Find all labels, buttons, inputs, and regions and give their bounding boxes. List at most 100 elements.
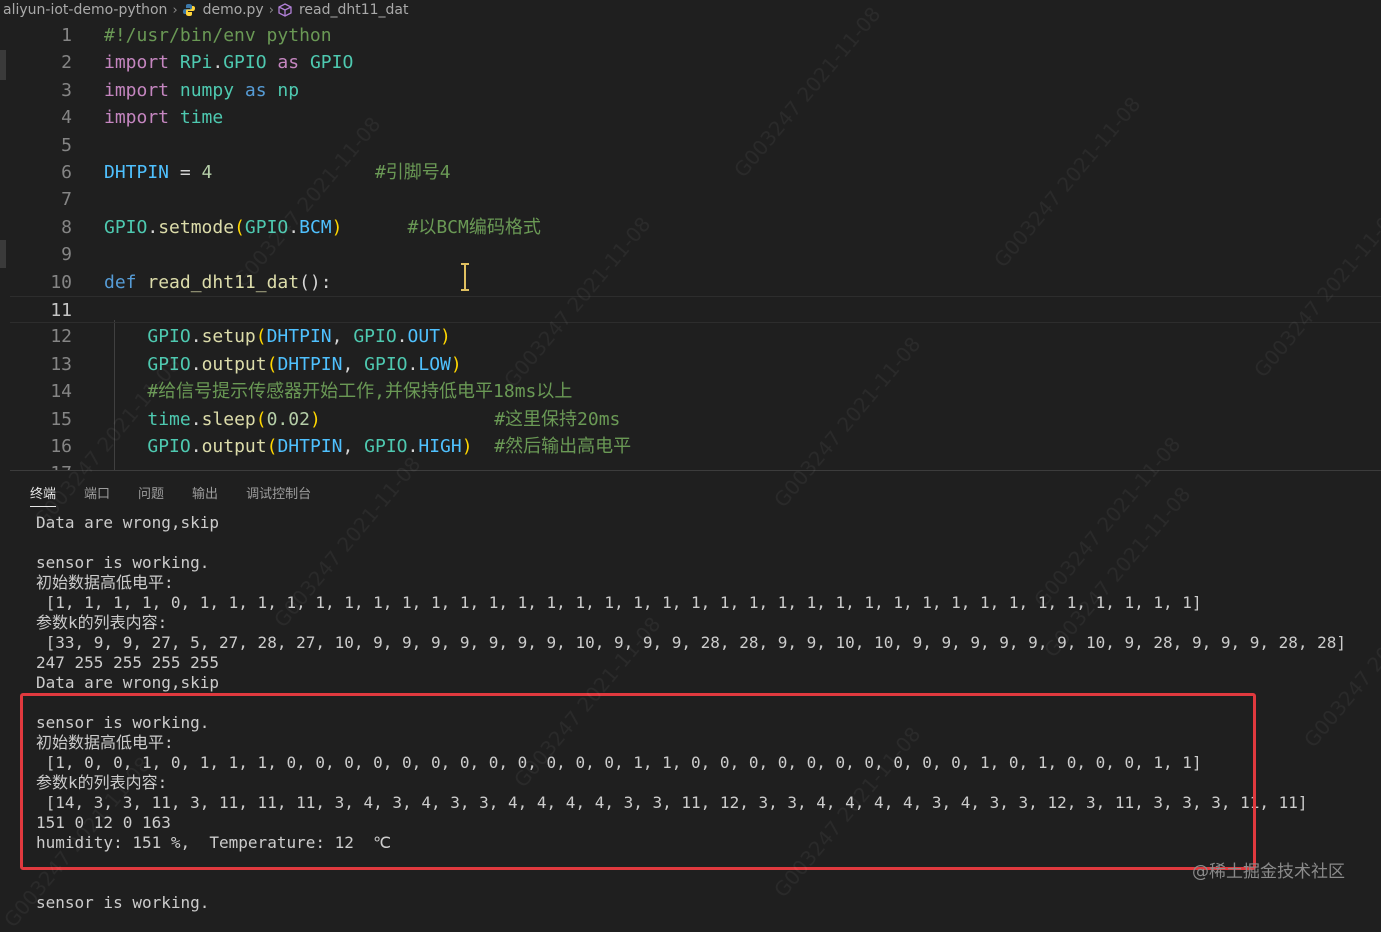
code-token: DHTPIN <box>104 162 170 183</box>
code-token: ) <box>450 353 462 375</box>
code-line[interactable]: 5 <box>10 132 1381 159</box>
code-token: . <box>190 408 202 430</box>
text-cursor-icon <box>461 263 469 291</box>
breadcrumb: aliyun-iot-demo-python › demo.py › read_… <box>0 0 1381 20</box>
code-line[interactable]: 10 def read_dht11_dat(): <box>10 269 1381 296</box>
code-token: ( <box>234 216 245 238</box>
brand-watermark: @稀土掘金技术社区 <box>1192 862 1345 882</box>
code-line[interactable]: 9 <box>10 241 1381 268</box>
terminal-line: sensor is working. <box>36 893 210 912</box>
line-number: 14 <box>50 381 72 403</box>
code-token: #!/usr/bin/env python <box>104 25 332 46</box>
gutter-mark <box>0 50 6 80</box>
code-token: . <box>147 216 159 238</box>
line-number: 2 <box>61 52 72 74</box>
line-number: 15 <box>50 408 72 430</box>
code-token: HIGH <box>418 436 462 457</box>
code-text: import RPi.GPIO as GPIO <box>104 49 353 76</box>
code-line[interactable]: 6 DHTPIN = 4 #引脚号4 <box>10 159 1381 186</box>
line-number: 11 <box>50 300 72 321</box>
breadcrumb-folder[interactable]: aliyun-iot-demo-python <box>0 2 170 18</box>
code-token: as <box>234 79 278 101</box>
breadcrumb-symbol[interactable]: read_dht11_dat <box>296 2 412 18</box>
code-token: , <box>342 436 365 457</box>
code-token: . <box>212 52 224 74</box>
line-number: 12 <box>50 326 72 348</box>
code-token: import <box>104 79 180 101</box>
code-line[interactable]: 15 time.sleep(0.02) #这里保持20ms <box>10 406 1381 433</box>
code-token: read_dht11_dat <box>147 271 300 293</box>
code-token: numpy <box>179 79 235 101</box>
code-line[interactable]: 1 #!/usr/bin/env python <box>10 22 1381 49</box>
panel-tab[interactable]: 端口 <box>84 483 110 507</box>
code-token: output <box>201 436 267 457</box>
code-token: 4 <box>201 162 213 183</box>
code-token: sleep <box>201 408 256 430</box>
code-token: LOW <box>418 353 451 375</box>
terminal-line: 247 255 255 255 255 <box>36 653 220 672</box>
code-text: def read_dht11_dat(): <box>104 269 332 296</box>
line-number: 16 <box>50 436 72 457</box>
terminal-line: [1, 1, 1, 1, 0, 1, 1, 1, 1, 1, 1, 1, 1, … <box>36 593 1202 612</box>
chevron-right-icon: › <box>268 2 274 18</box>
code-token: GPIO <box>147 326 191 348</box>
code-token: ) <box>440 326 451 348</box>
code-token: time <box>147 408 191 430</box>
code-line[interactable]: 11 <box>10 296 1381 323</box>
code-line[interactable]: 17 <box>10 460 1381 470</box>
code-token: . <box>407 353 419 375</box>
code-token: . <box>396 326 408 348</box>
highlight-annotation <box>20 693 1256 870</box>
code-token: setup <box>201 326 256 348</box>
code-text: import time <box>104 104 223 131</box>
line-number: 13 <box>50 353 72 375</box>
code-line[interactable]: 3 import numpy as np <box>10 77 1381 104</box>
code-token: output <box>201 353 267 375</box>
terminal-line: [33, 9, 9, 27, 5, 27, 28, 27, 10, 9, 9, … <box>36 633 1347 652</box>
code-token: ( <box>266 353 278 375</box>
code-token: GPIO <box>104 216 148 238</box>
code-text: time.sleep(0.02) #这里保持20ms <box>104 406 620 433</box>
code-token: GPIO <box>364 353 408 375</box>
code-line[interactable]: 2 import RPi.GPIO as GPIO <box>10 49 1381 76</box>
panel-tab[interactable]: 调试控制台 <box>246 483 311 507</box>
code-token: #给信号提示传感器开始工作,并保持低电平18ms以上 <box>104 381 573 403</box>
cube-icon <box>278 3 292 17</box>
code-token: ) <box>309 408 321 430</box>
terminal-line: 参数k的列表内容: <box>36 613 168 632</box>
code-token: ( <box>266 436 278 457</box>
code-token: #然后输出高电平 <box>472 436 632 457</box>
code-line[interactable]: 7 <box>10 186 1381 213</box>
code-token: import <box>104 52 180 74</box>
code-token: setmode <box>158 216 235 238</box>
code-token: GPIO <box>309 52 354 74</box>
breadcrumb-file[interactable]: demo.py <box>200 2 267 18</box>
code-text: GPIO.setup(DHTPIN, GPIO.OUT) <box>104 323 451 350</box>
code-token: ( <box>255 326 267 348</box>
code-token: . <box>190 436 202 457</box>
code-token: ) <box>331 216 343 238</box>
gutter-mark <box>0 240 6 268</box>
code-line[interactable]: 14 #给信号提示传感器开始工作,并保持低电平18ms以上 <box>10 378 1381 405</box>
code-line[interactable]: 13 GPIO.output(DHTPIN, GPIO.LOW) <box>10 351 1381 378</box>
code-line[interactable]: 8 GPIO.setmode(GPIO.BCM) #以BCM编码格式 <box>10 214 1381 241</box>
code-token: DHTPIN <box>277 436 343 457</box>
code-token: import <box>104 107 180 129</box>
code-line[interactable]: 4 import time <box>10 104 1381 131</box>
code-line[interactable]: 12 GPIO.setup(DHTPIN, GPIO.OUT) <box>10 323 1381 350</box>
panel-tab[interactable]: 问题 <box>138 483 164 507</box>
line-number: 6 <box>61 162 72 183</box>
panel-tab[interactable]: 输出 <box>192 483 218 507</box>
python-icon <box>182 3 196 17</box>
code-text: #!/usr/bin/env python <box>104 22 332 49</box>
code-text: import numpy as np <box>104 77 299 104</box>
line-number: 8 <box>61 216 72 238</box>
code-token: ( <box>255 408 267 430</box>
code-token: GPIO <box>364 436 408 457</box>
code-editor[interactable]: 1 #!/usr/bin/env python 2 import RPi.GPIO a… <box>10 22 1381 470</box>
panel-divider[interactable] <box>10 470 1381 471</box>
code-token: DHTPIN <box>277 353 343 375</box>
